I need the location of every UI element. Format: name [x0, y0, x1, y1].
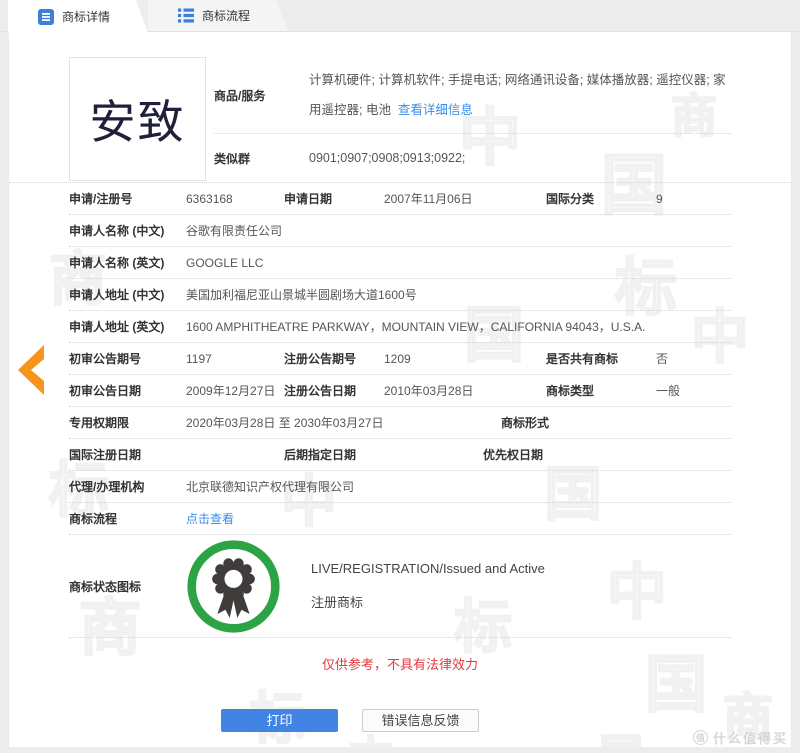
document-icon: [38, 9, 54, 25]
table-row: 初审公告期号 1197 注册公告期号 1209 是否共有商标 否: [69, 343, 731, 375]
field-value: 北京联德知识产权代理有限公司: [186, 478, 731, 495]
status-line2: 注册商标: [311, 592, 545, 611]
table-row: 商标流程 点击查看: [69, 503, 731, 535]
disclaimer-text: 仅供参考，不具有法律效力: [9, 654, 791, 673]
status-line1: LIVE/REGISTRATION/Issued and Active: [311, 561, 545, 576]
field-label: 优先权日期: [483, 446, 593, 463]
chevron-left-icon: [16, 344, 46, 396]
tab-label: 商标流程: [202, 7, 250, 24]
field-value: 1600 AMPHITHEATRE PARKWAY，MOUNTAIN VIEW，…: [186, 318, 731, 335]
status-row: 商标状态图标: [69, 535, 731, 637]
field-label: 注册公告日期: [284, 382, 384, 399]
field-label: 后期指定日期: [284, 446, 483, 463]
field-label: 商标形式: [501, 414, 611, 431]
table-row: 申请人地址 (中文) 美国加利福尼亚山景城半圆剧场大道1600号: [69, 279, 731, 311]
table-row: 申请/注册号 6363168 申请日期 2007年11月06日 国际分类 9: [69, 183, 731, 215]
similar-group-value: 0901;0907;0908;0913;0922;: [309, 143, 731, 173]
field-value: 2009年12月27日: [186, 382, 284, 399]
tab-label: 商标详情: [62, 8, 110, 25]
table-row: 初审公告日期 2009年12月27日 注册公告日期 2010年03月28日 商标…: [69, 375, 731, 407]
field-value: 9: [656, 192, 731, 206]
list-icon: [178, 8, 194, 23]
field-value: 1197: [186, 352, 284, 366]
tab-bar: 商标详情 商标流程: [0, 0, 800, 32]
goods-services-text: 计算机硬件; 计算机软件; 手提电话; 网络通讯设备; 媒体播放器; 遥控仪器;…: [309, 73, 726, 117]
field-label: 申请人名称 (中文): [69, 222, 186, 239]
field-label: 国际注册日期: [69, 446, 186, 463]
process-view-link[interactable]: 点击查看: [186, 510, 234, 527]
field-value: 一般: [656, 382, 731, 399]
field-label: 申请日期: [284, 190, 384, 207]
field-label: 初审公告日期: [69, 382, 186, 399]
field-label: 申请人地址 (中文): [69, 286, 186, 303]
tab-trademark-detail[interactable]: 商标详情: [8, 0, 148, 33]
goods-services-label: 商品/服务: [214, 87, 309, 104]
field-value: 2010年03月28日: [384, 382, 546, 399]
error-feedback-button[interactable]: 错误信息反馈: [362, 709, 479, 732]
table-row: 专用权期限 2020年03月28日 至 2030年03月27日 商标形式: [69, 407, 731, 439]
smzdm-watermark: 值 什么值得买: [693, 728, 788, 747]
field-label: 申请/注册号: [69, 190, 186, 207]
top-section: 安致 商品/服务 计算机硬件; 计算机软件; 手提电话; 网络通讯设备; 媒体播…: [9, 32, 791, 183]
field-value: 1209: [384, 352, 546, 366]
field-label: 申请人名称 (英文): [69, 254, 186, 271]
trademark-image: 安致: [69, 57, 206, 181]
view-details-link[interactable]: 查看详细信息: [398, 103, 473, 117]
field-value: 2020年03月28日 至 2030年03月27日: [186, 414, 501, 431]
field-label: 初审公告期号: [69, 350, 186, 367]
field-value: 谷歌有限责任公司: [186, 222, 731, 239]
tab-trademark-process[interactable]: 商标流程: [148, 0, 288, 31]
trademark-detail-card: 中国商标中国商标中国商标中国商标中国 安致 商品/服务 计算机硬件; 计算机软件…: [8, 32, 792, 747]
similar-group-label: 类似群: [214, 150, 309, 167]
divider: [69, 637, 731, 638]
field-value: GOOGLE LLC: [186, 256, 731, 270]
field-label: 是否共有商标: [546, 350, 656, 367]
field-label: 注册公告期号: [284, 350, 384, 367]
field-value: 2007年11月06日: [384, 190, 546, 207]
field-label: 商标流程: [69, 510, 186, 527]
table-row: 代理/办理机构 北京联德知识产权代理有限公司: [69, 471, 731, 503]
field-label: 商标类型: [546, 382, 656, 399]
table-row: 申请人名称 (中文) 谷歌有限责任公司: [69, 215, 731, 247]
award-badge-icon: [186, 539, 281, 634]
field-label: 国际分类: [546, 190, 656, 207]
status-label: 商标状态图标: [69, 578, 186, 595]
field-value: 美国加利福尼亚山景城半圆剧场大道1600号: [186, 286, 731, 303]
field-label: 专用权期限: [69, 414, 186, 431]
prev-arrow[interactable]: [16, 344, 46, 396]
goods-services-value: 计算机硬件; 计算机软件; 手提电话; 网络通讯设备; 媒体播放器; 遥控仪器;…: [309, 65, 731, 125]
field-value: 否: [656, 350, 731, 367]
smzdm-watermark-text: 什么值得买: [713, 728, 788, 747]
button-row: 打印 错误信息反馈: [9, 709, 791, 732]
field-value: 6363168: [186, 192, 284, 206]
trademark-text: 安致: [90, 86, 186, 152]
print-button[interactable]: 打印: [221, 709, 338, 732]
smzdm-logo-icon: 值: [693, 730, 708, 745]
field-label: 代理/办理机构: [69, 478, 186, 495]
table-row: 申请人地址 (英文) 1600 AMPHITHEATRE PARKWAY，MOU…: [69, 311, 731, 343]
table-row: 国际注册日期 后期指定日期 优先权日期: [69, 439, 731, 471]
table-row: 申请人名称 (英文) GOOGLE LLC: [69, 247, 731, 279]
field-label: 申请人地址 (英文): [69, 318, 186, 335]
